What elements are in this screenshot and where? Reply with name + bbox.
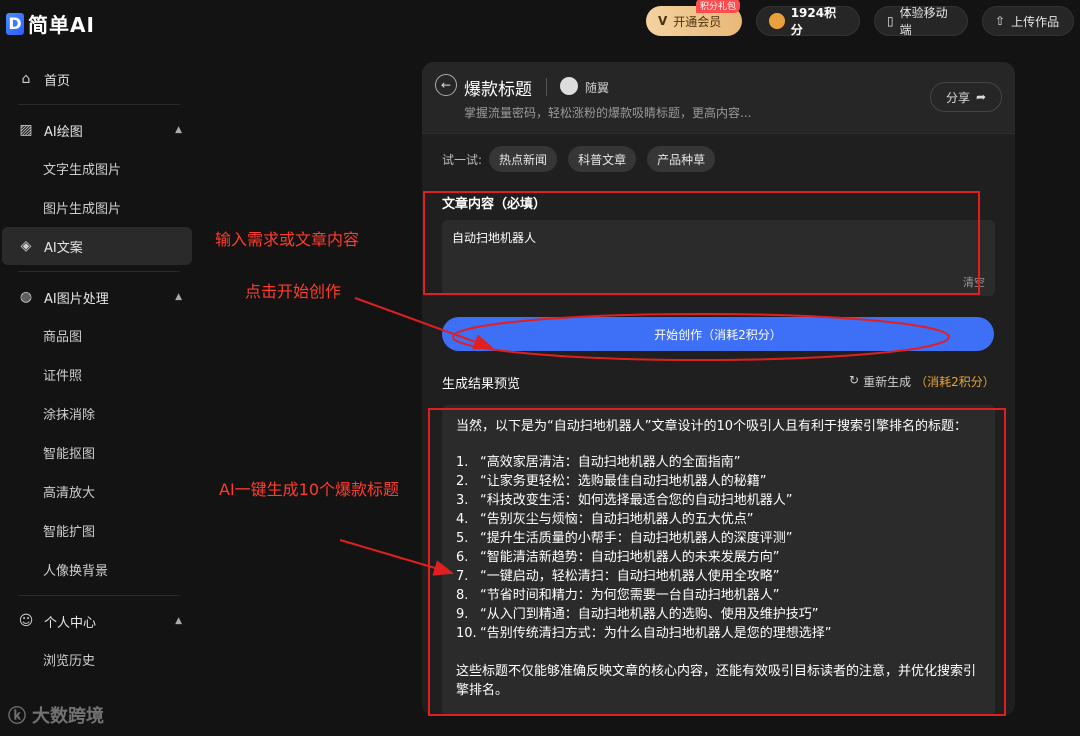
annotation-start: 点击开始创作 — [245, 282, 342, 301]
upload-button[interactable]: ⇧ 上传作品 — [982, 6, 1074, 36]
annotation-generate: AI一键生成10个爆款标题 — [219, 480, 400, 499]
upload-label: 上传作品 — [1011, 14, 1060, 29]
top-bar: D 简单AI V 开通会员 积分礼包 1924积分 ▯ 体验移动端 ⇧ 上传作品 — [0, 0, 1080, 44]
logo-text: 简单AI — [28, 13, 95, 37]
points-button[interactable]: 1924积分 — [756, 6, 860, 37]
sidebar-item-label: AI绘图 — [44, 124, 83, 140]
mobile-button[interactable]: ▯ 体验移动端 — [874, 6, 968, 37]
try-label: 试一试: — [442, 152, 483, 167]
points-label: 1924积分 — [790, 6, 837, 37]
tool-description: 掌握流量密码，轻松涨粉的爆款吸睛标题，更高内容... — [464, 106, 752, 120]
upload-icon: ⇧ — [995, 14, 1006, 28]
phone-icon: ▯ — [887, 14, 894, 28]
caret-up-icon: ▲ — [175, 125, 182, 135]
caret-up-icon: ▲ — [175, 616, 182, 626]
sidebar-subitem-cutout[interactable]: 智能抠图 — [0, 433, 200, 472]
watermark: ⓚ 大数跨境 — [8, 702, 104, 728]
sidebar-subitem-text-to-image[interactable]: 文字生成图片 — [0, 149, 200, 188]
chip-product[interactable]: 产品种草 — [647, 146, 716, 172]
vip-label: 开通会员 — [673, 14, 722, 29]
sidebar-subitem-image-to-image[interactable]: 图片生成图片 — [0, 188, 200, 227]
sidebar-item-label: AI图片处理 — [44, 291, 109, 307]
sidebar-item-label: 首页 — [44, 73, 71, 89]
vip-icon: V — [658, 14, 668, 28]
sidebar-item-ai-image[interactable]: ◍ AI图片处理 ▲ — [0, 278, 200, 316]
divider — [18, 595, 180, 596]
sidebar-item-ai-copy[interactable]: ◈ AI文案 — [2, 227, 192, 265]
regenerate-cost: （消耗2积分） — [915, 375, 995, 389]
annotation-box-result — [428, 408, 1006, 716]
try-row: 试一试: 热点新闻 科普文章 产品种草 — [442, 146, 716, 172]
sidebar: ⌂ 首页 ▨ AI绘图 ▲ 文字生成图片 图片生成图片 ◈ AI文案 ◍ AI图… — [0, 60, 200, 679]
sidebar-item-label: 个人中心 — [44, 615, 97, 631]
sidebar-item-ai-draw[interactable]: ▨ AI绘图 ▲ — [0, 111, 200, 149]
regenerate-button[interactable]: ↻ 重新生成 （消耗2积分） — [849, 373, 995, 390]
divider — [18, 271, 180, 272]
share-arrow-icon: ➦ — [975, 90, 987, 104]
mobile-label: 体验移动端 — [899, 6, 948, 37]
watermark-logo-icon: ⓚ — [8, 706, 26, 727]
app-logo[interactable]: D 简单AI — [6, 9, 95, 38]
chip-science[interactable]: 科普文章 — [568, 146, 637, 172]
divider — [18, 104, 180, 105]
sidebar-item-personal[interactable]: ☺ 个人中心 ▲ — [0, 602, 200, 640]
author-name[interactable]: 随翼 — [585, 79, 609, 96]
sidebar-item-label: AI文案 — [44, 240, 83, 256]
sidebar-item-home[interactable]: ⌂ 首页 — [0, 60, 200, 98]
points-gift-badge: 积分礼包 — [695, 0, 740, 13]
sidebar-subitem-upscale[interactable]: 高清放大 — [0, 472, 200, 511]
preview-label: 生成结果预览 — [442, 377, 521, 392]
watermark-text: 大数跨境 — [32, 706, 104, 727]
tool-title: 爆款标题 — [464, 80, 532, 100]
sidebar-subitem-id-photo[interactable]: 证件照 — [0, 355, 200, 394]
tool-header: ← 爆款标题 随翼 掌握流量密码，轻松涨粉的爆款吸睛标题，更高内容... 分享 … — [422, 62, 1015, 134]
start-create-button[interactable]: 开始创作（消耗2积分） — [442, 317, 994, 351]
annotation-input: 输入需求或文章内容 — [215, 230, 360, 249]
sidebar-subitem-background[interactable]: 人像换背景 — [0, 550, 200, 589]
regenerate-label: 重新生成 — [863, 375, 912, 389]
refresh-icon: ↻ — [849, 373, 860, 387]
share-button[interactable]: 分享 ➦ — [930, 82, 1002, 112]
home-icon: ⌂ — [21, 71, 31, 87]
ai-copy-icon: ◈ — [20, 238, 32, 254]
share-label: 分享 — [945, 90, 970, 105]
coin-icon — [769, 13, 785, 29]
sidebar-subitem-erase[interactable]: 涂抹消除 — [0, 394, 200, 433]
logo-mark: D — [6, 12, 24, 35]
caret-up-icon: ▲ — [175, 292, 182, 302]
sidebar-subitem-expand[interactable]: 智能扩图 — [0, 511, 200, 550]
vip-button[interactable]: V 开通会员 积分礼包 — [646, 0, 742, 36]
divider — [546, 78, 547, 96]
chip-hot-news[interactable]: 热点新闻 — [489, 146, 558, 172]
sidebar-subitem-history[interactable]: 浏览历史 — [0, 640, 200, 679]
avatar[interactable] — [560, 77, 578, 95]
palette-icon: ◍ — [19, 289, 33, 305]
annotation-box-input — [423, 191, 980, 295]
image-icon: ▨ — [19, 122, 33, 138]
sidebar-subitem-product[interactable]: 商品图 — [0, 316, 200, 355]
back-arrow-icon[interactable]: ← — [435, 74, 457, 96]
user-icon: ☺ — [18, 613, 34, 629]
